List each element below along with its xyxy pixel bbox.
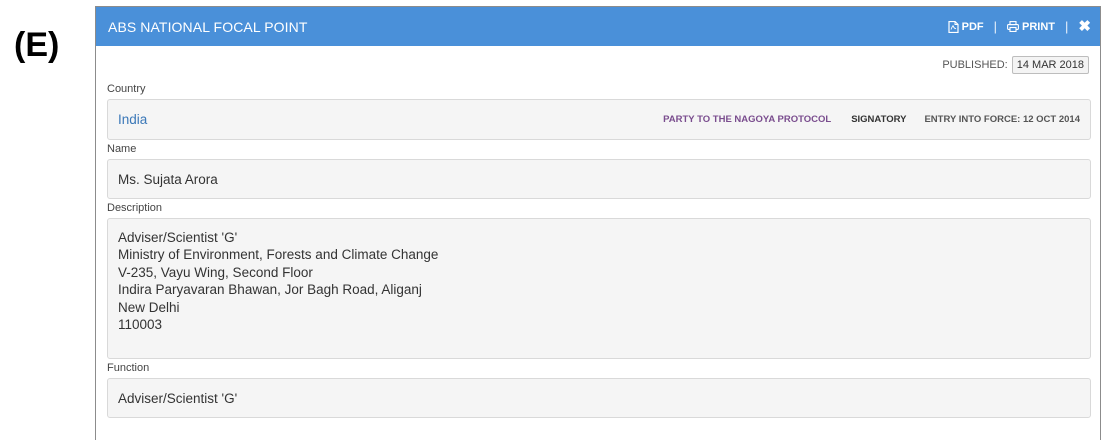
description-line: Indira Paryavaran Bhawan, Jor Bagh Road,…	[118, 282, 422, 298]
function-field: Adviser/Scientist 'G'	[107, 378, 1091, 418]
name-label: Name	[107, 143, 137, 155]
published-label: PUBLISHED:	[942, 59, 1008, 71]
pdf-label: PDF	[961, 20, 984, 33]
function-label: Function	[107, 362, 150, 374]
print-icon	[1007, 21, 1019, 32]
figure-panel-label: (E)	[14, 26, 60, 64]
print-label: PRINT	[1022, 20, 1056, 33]
country-status-tags: PARTY TO THE NAGOYA PROTOCOL SIGNATORY E…	[663, 114, 1080, 125]
published-row: PUBLISHED: 14 MAR 2018	[107, 46, 1091, 80]
description-line: Adviser/Scientist 'G'	[118, 230, 238, 245]
name-value: Ms. Sujata Arora	[118, 171, 218, 187]
pdf-button[interactable]: PDF	[948, 20, 984, 33]
country-link[interactable]: India	[118, 112, 147, 127]
close-icon[interactable]: ✖	[1078, 19, 1091, 34]
print-button[interactable]: PRINT	[1007, 21, 1055, 33]
entry-into-force-tag: ENTRY INTO FORCE: 12 OCT 2014	[924, 114, 1080, 125]
focal-point-record-window: ABS NATIONAL FOCAL POINT PDF | PRINT | ✖…	[95, 6, 1101, 440]
party-status-tag: PARTY TO THE NAGOYA PROTOCOL	[663, 114, 832, 125]
record-body: PUBLISHED: 14 MAR 2018 Country India PAR…	[96, 46, 1100, 418]
description-field: Adviser/Scientist 'G' Ministry of Enviro…	[107, 218, 1091, 359]
action-separator: |	[993, 19, 998, 34]
signatory-tag: SIGNATORY	[851, 114, 907, 125]
action-separator: |	[1065, 19, 1069, 34]
titlebar: ABS NATIONAL FOCAL POINT PDF | PRINT | ✖	[96, 7, 1100, 46]
description-line: 110003	[118, 317, 163, 333]
header-actions: PDF | PRINT | ✖	[948, 19, 1091, 34]
country-label: Country	[107, 83, 146, 95]
published-date-badge: 14 MAR 2018	[1011, 56, 1089, 74]
pdf-icon	[948, 20, 959, 33]
country-field: India PARTY TO THE NAGOYA PROTOCOL SIGNA…	[107, 99, 1091, 140]
description-label: Description	[107, 202, 163, 214]
name-field: Ms. Sujata Arora	[107, 159, 1091, 199]
function-value: Adviser/Scientist 'G'	[118, 390, 238, 406]
record-title: ABS NATIONAL FOCAL POINT	[108, 18, 308, 35]
description-line: Ministry of Environment, Forests and Cli…	[118, 247, 439, 263]
description-line: V-235, Vayu Wing, Second Floor	[118, 264, 313, 280]
description-line: New Delhi	[118, 299, 180, 315]
